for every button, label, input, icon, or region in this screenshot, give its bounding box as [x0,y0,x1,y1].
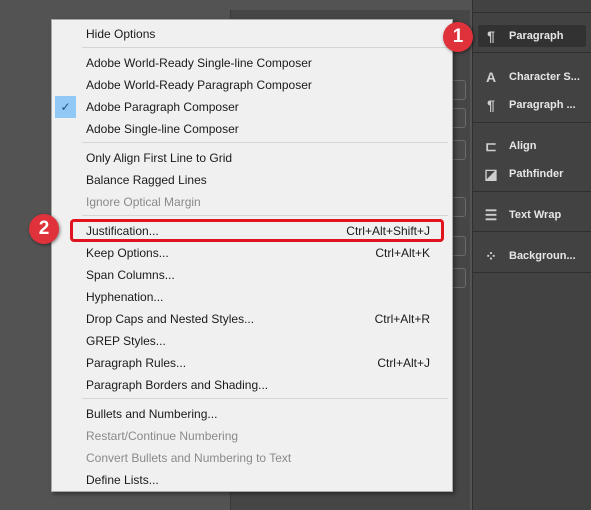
dock-item-label: Pathfinder [509,168,564,180]
menu-item[interactable]: Hyphenation... [52,286,452,308]
dock-item-label: Paragraph ... [509,99,576,111]
character-styles-icon: A [485,69,497,85]
menu-item-label: Keep Options... [86,246,169,260]
paragraph-styles-icon: ¶ [487,97,495,113]
dock-item-paragraph-styles[interactable]: ¶ Paragraph ... [481,94,576,116]
menu-item-label: GREP Styles... [86,334,166,348]
menu-item-label: Adobe World-Ready Paragraph Composer [86,78,312,92]
menu-item[interactable]: Paragraph Rules... Ctrl+Alt+J [52,352,452,374]
menu-item[interactable]: Adobe World-Ready Paragraph Composer [52,74,452,96]
paragraph-panel-menu: Hide Options Adobe World-Ready Single-lin… [51,19,453,492]
menu-item[interactable]: Only Align First Line to Grid [52,147,452,169]
menu-item[interactable]: Drop Caps and Nested Styles... Ctrl+Alt+R [52,308,452,330]
menu-item-label: Define Lists... [86,473,159,487]
dock-item-paragraph[interactable]: ¶ Paragraph [478,25,586,47]
menu-item-label: Convert Bullets and Numbering to Text [86,451,292,465]
dock-item-label: Paragraph [509,30,564,42]
menu-item-label: Paragraph Rules... [86,356,187,370]
dock-item-character-styles[interactable]: A Character S... [481,66,580,88]
menu-item-label: Hyphenation... [86,290,164,304]
dock-item-background-tasks[interactable]: ⁘ Backgroun... [481,245,576,267]
dock-item-label: Backgroun... [509,250,576,262]
menu-item[interactable]: Adobe Single-line Composer [52,118,452,140]
menu-item[interactable]: Hide Options [52,23,452,45]
dock-item-align[interactable]: ⊏ Align [481,135,537,157]
menu-item-label: Span Columns... [86,268,175,282]
menu-item[interactable]: Bullets and Numbering... [52,403,452,425]
dock-item-pathfinder[interactable]: ◪ Pathfinder [481,163,563,185]
checkmark-icon: ✓ [55,96,76,118]
dock-item-label: Character S... [509,71,580,83]
background-tasks-icon: ⁘ [485,247,497,264]
menu-item: Convert Bullets and Numbering to Text [52,447,452,469]
menu-item-label: Adobe Paragraph Composer [86,100,239,114]
menu-item[interactable]: Define Lists... [52,469,452,491]
dock-item-label: Text Wrap [509,209,562,221]
menu-item-shortcut: Ctrl+Alt+R [374,312,430,326]
panel-dock: ¶ Paragraph A Character S... ¶ Paragraph ..… [472,0,591,510]
menu-item-label: Adobe Single-line Composer [86,122,239,136]
menu-item-shortcut: Ctrl+Alt+J [377,356,430,370]
pathfinder-icon: ◪ [484,165,498,182]
menu-item-label: Adobe World-Ready Single-line Composer [86,56,312,70]
menu-item-label: Restart/Continue Numbering [86,429,239,443]
menu-item: Ignore Optical Margin [52,191,452,213]
menu-item[interactable]: Adobe World-Ready Single-line Composer [52,52,452,74]
text-wrap-icon: ☰ [484,206,498,223]
menu-separator [82,215,448,216]
menu-item-label: Paragraph Borders and Shading... [86,378,269,392]
menu-item[interactable]: Paragraph Borders and Shading... [52,374,452,396]
menu-item-label: Bullets and Numbering... [86,407,218,421]
dock-item-text-wrap[interactable]: ☰ Text Wrap [481,204,561,226]
menu-item[interactable]: Justification... Ctrl+Alt+Shift+J [52,220,452,242]
menu-item[interactable]: Balance Ragged Lines [52,169,452,191]
menu-item: Restart/Continue Numbering [52,425,452,447]
step-badge-1: 1 [443,22,473,52]
step-badge-2: 2 [29,214,59,244]
menu-item[interactable]: ✓ Adobe Paragraph Composer [52,96,452,118]
menu-item-label: Only Align First Line to Grid [86,151,233,165]
menu-separator [82,142,448,143]
menu-item-label: Ignore Optical Margin [86,195,201,209]
menu-item-label: Hide Options [86,27,156,41]
menu-item-label: Drop Caps and Nested Styles... [86,312,255,326]
menu-item-label: Balance Ragged Lines [86,173,207,187]
menu-item[interactable]: Span Columns... [52,264,452,286]
pilcrow-icon: ¶ [487,28,495,44]
menu-item[interactable]: GREP Styles... [52,330,452,352]
menu-item-shortcut: Ctrl+Alt+Shift+J [346,224,430,238]
menu-item-label: Justification... [86,224,159,238]
align-icon: ⊏ [485,137,497,154]
menu-separator [82,47,448,48]
menu-item[interactable]: Keep Options... Ctrl+Alt+K [52,242,452,264]
menu-item-shortcut: Ctrl+Alt+K [375,246,430,260]
dock-item-label: Align [509,140,537,152]
menu-separator [82,398,448,399]
